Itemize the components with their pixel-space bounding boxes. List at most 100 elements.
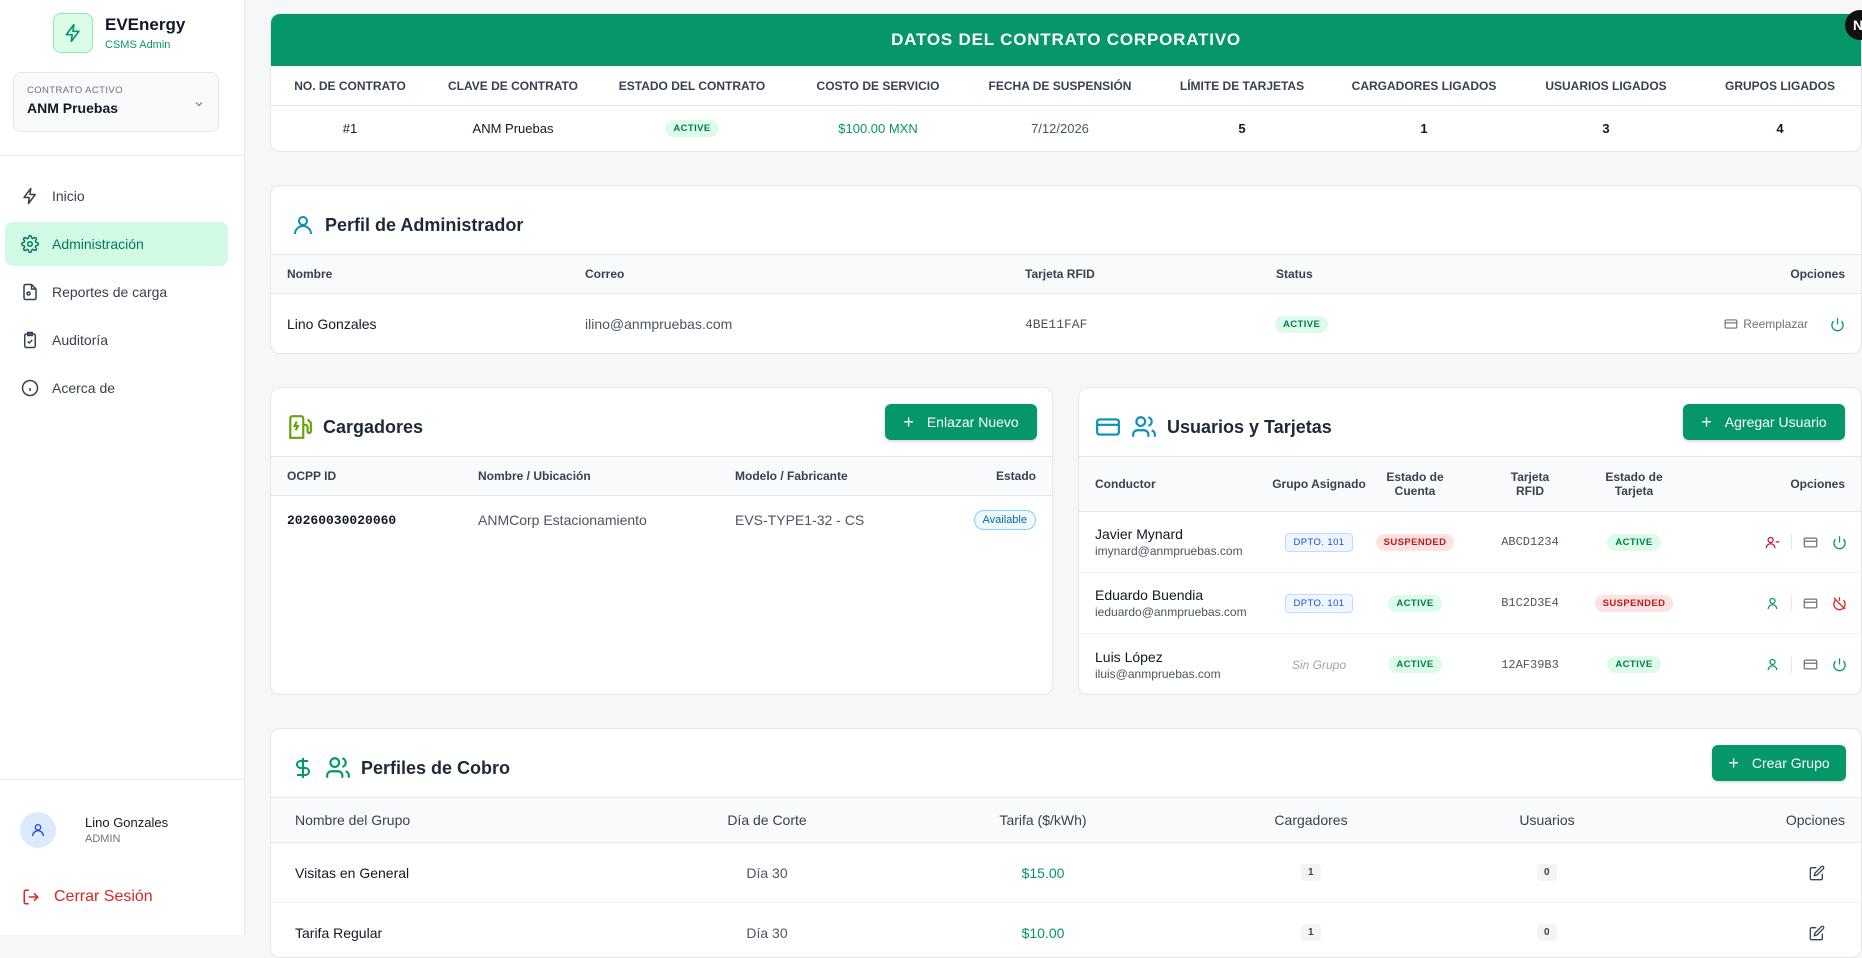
sidebar-item-label: Acerca de [52, 380, 116, 396]
admin-profile-title: Perfil de Administrador [325, 214, 524, 235]
sidebar-item-reportes[interactable]: Reportes de carga [5, 270, 228, 314]
column-header: Estado de Cuenta [1386, 470, 1444, 498]
card-icon[interactable] [1803, 657, 1818, 672]
card-icon [1096, 418, 1120, 436]
user-icon[interactable] [1765, 657, 1780, 672]
column-header: ESTADO DEL CONTRATO [618, 78, 766, 93]
rfid-value: ABCD1234 [1501, 535, 1559, 549]
group-none: Sin Grupo [1291, 657, 1347, 672]
sidebar-nav: Inicio Administración Reportes de carga … [5, 174, 228, 414]
group-name: Visitas en General [295, 864, 410, 881]
sidebar-item-inicio[interactable]: Inicio [5, 174, 228, 218]
user-profile: Lino Gonzales ADMIN [20, 812, 168, 848]
linked-groups: 4 [1776, 121, 1784, 136]
rate: $10.00 [1021, 924, 1065, 941]
users-icon [326, 757, 350, 778]
user-role: ADMIN [85, 833, 121, 845]
sidebar-item-acerca[interactable]: Acerca de [5, 366, 228, 410]
replace-card-button[interactable]: Reemplazar [1724, 317, 1808, 331]
chevron-down-icon [193, 97, 205, 115]
card-limit: 5 [1238, 121, 1246, 136]
admin-rfid: 4BE11FAF [1025, 316, 1088, 332]
driver-name: Luis López [1095, 648, 1163, 665]
create-group-label: Crear Grupo [1751, 755, 1830, 771]
users-cards-title: Usuarios y Tarjetas [1167, 416, 1332, 437]
edit-icon[interactable] [1809, 865, 1825, 881]
admin-name: Lino Gonzales [287, 316, 377, 332]
card-icon[interactable] [1803, 596, 1818, 611]
table-row: Luis López iluis@anmpruebas.com Sin Grup… [1079, 634, 1861, 694]
brand[interactable]: EVEnergy CSMS Admin [53, 13, 185, 53]
service-cost: $100.00 MXN [838, 121, 918, 136]
column-header: Grupo Asignado [1272, 477, 1366, 491]
cut-day: Día 30 [746, 924, 788, 941]
sidebar-item-label: Administración [52, 236, 144, 252]
card-icon [1724, 319, 1738, 329]
column-header: LÍMITE DE TARJETAS [1179, 78, 1305, 93]
plus-icon: + [903, 412, 914, 432]
contract-header-row: NO. DE CONTRATO CLAVE DE CONTRATO ESTADO… [271, 66, 1861, 106]
status-badge: SUSPENDED [1594, 594, 1674, 612]
driver-email: iluis@anmpruebas.com [1095, 666, 1221, 681]
status-badge: ACTIVE [1607, 533, 1661, 551]
dollar-icon [296, 758, 310, 778]
document-icon [23, 283, 37, 301]
billing-table-header: Nombre del Grupo Día de Corte Tarifa ($/… [271, 797, 1861, 843]
column-header: Correo [585, 267, 625, 281]
status-badge: Available [973, 510, 1036, 530]
sidebar-item-auditoria[interactable]: Auditoría [5, 318, 228, 362]
power-off-icon[interactable] [1832, 596, 1847, 611]
user-suspended-icon[interactable] [1765, 535, 1780, 550]
column-header: GRUPOS LIGADOS [1724, 78, 1835, 93]
lightning-icon [53, 13, 93, 53]
column-header: Tarjeta RFID [1510, 470, 1550, 498]
rfid-value: B1C2D3E4 [1501, 596, 1559, 610]
status-badge: ACTIVE [1388, 594, 1442, 612]
sidebar: EVEnergy CSMS Admin CONTRATO ACTIVO ANM … [0, 0, 245, 935]
table-row[interactable]: 20260030020060 ANMCorp Estacionamiento E… [271, 496, 1052, 544]
column-header: NO. DE CONTRATO [294, 78, 406, 93]
table-row: Eduardo Buendia ieduardo@anmpruebas.com … [1079, 573, 1861, 634]
divider [0, 779, 245, 780]
info-icon [21, 379, 39, 397]
user-icon[interactable] [1765, 596, 1780, 611]
edit-icon[interactable] [1809, 925, 1825, 941]
user-icon [32, 824, 44, 837]
power-icon[interactable] [1830, 317, 1845, 332]
admin-email: ilino@anmpruebas.com [585, 316, 733, 332]
column-header: Nombre / Ubicación [478, 469, 591, 483]
sidebar-item-label: Inicio [52, 188, 85, 204]
billing-title: Perfiles de Cobro [361, 757, 511, 778]
column-header: CLAVE DE CONTRATO [447, 78, 578, 93]
card-icon[interactable] [1803, 535, 1818, 550]
column-header: CARGADORES LIGADOS [1351, 78, 1497, 93]
users-count: 0 [1537, 864, 1557, 881]
status-badge: ACTIVE [1607, 656, 1661, 673]
status-badge: ACTIVE [1275, 315, 1329, 333]
suspension-date: 7/12/2026 [1031, 121, 1089, 136]
sidebar-item-administracion[interactable]: Administración [5, 222, 228, 266]
table-row: Visitas en General Día 30 $15.00 1 0 [271, 843, 1861, 903]
contract-selector[interactable]: CONTRATO ACTIVO ANM Pruebas [13, 72, 219, 132]
contract-values-row: #1 ANM Pruebas ACTIVE $100.00 MXN 7/12/2… [271, 106, 1861, 151]
add-user-button[interactable]: + Agregar Usuario [1683, 404, 1845, 440]
admin-table-header: Nombre Correo Tarjeta RFID Status Opcion… [271, 254, 1861, 294]
link-new-charger-button[interactable]: + Enlazar Nuevo [885, 404, 1037, 440]
chargers-card: Cargadores + Enlazar Nuevo OCPP ID Nombr… [270, 387, 1053, 695]
create-group-button[interactable]: + Crear Grupo [1712, 745, 1846, 781]
billing-profiles-card: Perfiles de Cobro + Crear Grupo Nombre d… [270, 728, 1862, 958]
column-header: FECHA DE SUSPENSIÓN [988, 78, 1132, 93]
group-badge: DPTO. 101 [1284, 532, 1354, 552]
brand-name: EVEnergy [105, 15, 186, 34]
column-header: Opciones [1790, 477, 1845, 491]
chargers-title: Cargadores [323, 416, 424, 437]
power-icon[interactable] [1832, 657, 1847, 672]
logout-button[interactable]: Cerrar Sesión [22, 888, 153, 906]
plus-icon: + [1728, 753, 1739, 773]
sidebar-item-label: Auditoría [52, 332, 109, 348]
power-icon[interactable] [1832, 535, 1847, 550]
column-header: COSTO DE SERVICIO [816, 78, 940, 93]
column-header: Nombre [287, 267, 333, 281]
rate: $15.00 [1021, 864, 1065, 881]
chargers-count: 1 [1301, 924, 1321, 941]
